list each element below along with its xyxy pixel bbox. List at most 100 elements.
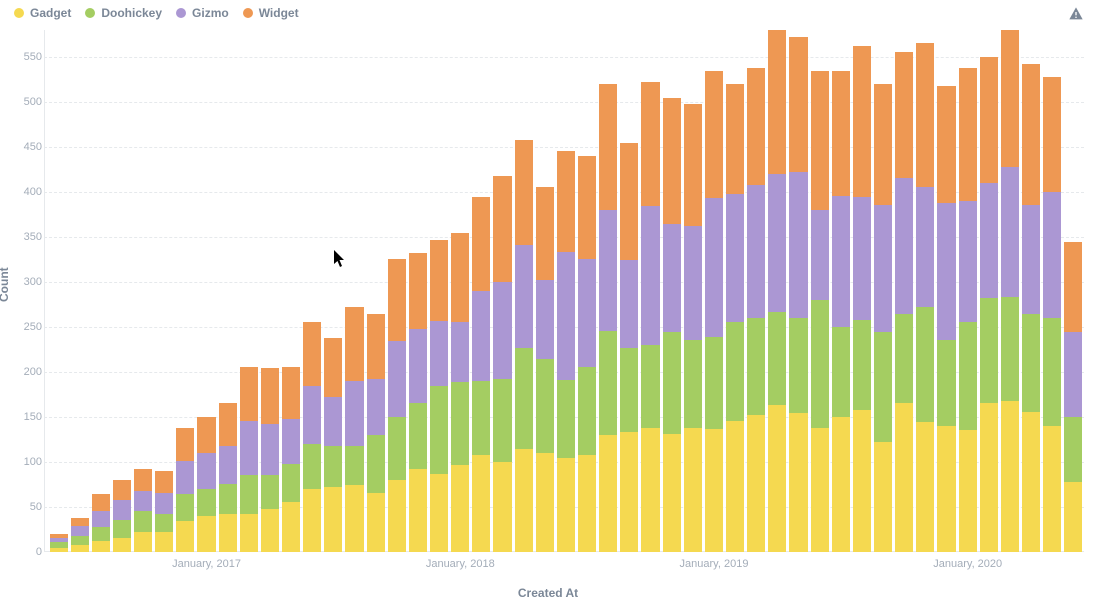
bar-column[interactable] — [620, 30, 638, 552]
bar-column[interactable] — [324, 30, 342, 552]
bar-segment-gadget[interactable] — [620, 432, 638, 552]
bar-segment-widget[interactable] — [451, 233, 469, 321]
bar-segment-gizmo[interactable] — [324, 397, 342, 446]
bar-column[interactable] — [219, 30, 237, 552]
bar-segment-widget[interactable] — [726, 84, 744, 194]
bar-segment-gadget[interactable] — [684, 428, 702, 552]
bar-column[interactable] — [874, 30, 892, 552]
bar-segment-gizmo[interactable] — [197, 453, 215, 489]
bar-segment-doohickey[interactable] — [726, 322, 744, 421]
bar-segment-gizmo[interactable] — [959, 201, 977, 322]
bar-segment-gizmo[interactable] — [747, 185, 765, 318]
bar-column[interactable] — [50, 30, 68, 552]
bar-segment-widget[interactable] — [980, 57, 998, 183]
bar-segment-gizmo[interactable] — [409, 329, 427, 403]
bar-segment-gadget[interactable] — [578, 455, 596, 552]
bar-segment-widget[interactable] — [176, 428, 194, 461]
bar-segment-gadget[interactable] — [324, 487, 342, 552]
bar-segment-gizmo[interactable] — [261, 424, 279, 474]
bar-segment-gadget[interactable] — [219, 514, 237, 552]
bar-segment-gadget[interactable] — [1001, 401, 1019, 552]
bar-segment-doohickey[interactable] — [261, 475, 279, 509]
bar-column[interactable] — [71, 30, 89, 552]
bar-segment-widget[interactable] — [895, 52, 913, 178]
bar-segment-doohickey[interactable] — [1022, 314, 1040, 411]
bar-column[interactable] — [113, 30, 131, 552]
bar-segment-doohickey[interactable] — [493, 379, 511, 462]
bar-segment-gadget[interactable] — [557, 458, 575, 553]
bar-column[interactable] — [663, 30, 681, 552]
bar-column[interactable] — [684, 30, 702, 552]
bar-segment-widget[interactable] — [240, 367, 258, 421]
bar-segment-doohickey[interactable] — [113, 520, 131, 538]
bar-segment-doohickey[interactable] — [895, 314, 913, 402]
bar-segment-gadget[interactable] — [832, 417, 850, 552]
bar-segment-widget[interactable] — [663, 98, 681, 224]
bar-segment-widget[interactable] — [261, 368, 279, 424]
bar-column[interactable] — [472, 30, 490, 552]
bar-column[interactable] — [92, 30, 110, 552]
bar-segment-gizmo[interactable] — [282, 419, 300, 464]
bar-column[interactable] — [388, 30, 406, 552]
bar-segment-doohickey[interactable] — [451, 382, 469, 465]
bar-segment-doohickey[interactable] — [345, 446, 363, 486]
bar-segment-doohickey[interactable] — [430, 386, 448, 474]
bar-column[interactable] — [789, 30, 807, 552]
bar-segment-doohickey[interactable] — [811, 300, 829, 428]
bar-segment-widget[interactable] — [578, 156, 596, 259]
bar-segment-doohickey[interactable] — [663, 332, 681, 434]
bar-segment-widget[interactable] — [92, 494, 110, 510]
bar-column[interactable] — [536, 30, 554, 552]
bar-column[interactable] — [451, 30, 469, 552]
bar-segment-gadget[interactable] — [937, 426, 955, 552]
bar-segment-gizmo[interactable] — [451, 322, 469, 382]
bar-segment-gadget[interactable] — [916, 422, 934, 552]
bar-column[interactable] — [1022, 30, 1040, 552]
bar-segment-widget[interactable] — [684, 104, 702, 226]
bar-segment-gizmo[interactable] — [1064, 332, 1082, 417]
bar-segment-doohickey[interactable] — [641, 345, 659, 428]
bar-segment-doohickey[interactable] — [599, 331, 617, 435]
bar-segment-gadget[interactable] — [705, 429, 723, 552]
bar-segment-gadget[interactable] — [50, 548, 68, 553]
bar-segment-gizmo[interactable] — [980, 183, 998, 298]
bar-segment-gizmo[interactable] — [705, 198, 723, 337]
bar-segment-gizmo[interactable] — [367, 379, 385, 435]
bar-segment-doohickey[interactable] — [155, 514, 173, 532]
bar-segment-widget[interactable] — [515, 140, 533, 245]
bar-segment-widget[interactable] — [620, 143, 638, 260]
bar-segment-gadget[interactable] — [155, 532, 173, 552]
bar-column[interactable] — [599, 30, 617, 552]
bar-segment-doohickey[interactable] — [937, 340, 955, 426]
bar-segment-widget[interactable] — [113, 480, 131, 500]
bar-segment-widget[interactable] — [874, 84, 892, 205]
bar-segment-widget[interactable] — [134, 469, 152, 491]
bar-segment-widget[interactable] — [1043, 77, 1061, 192]
bar-segment-gizmo[interactable] — [430, 321, 448, 386]
bar-column[interactable] — [345, 30, 363, 552]
bar-column[interactable] — [493, 30, 511, 552]
bar-segment-widget[interactable] — [324, 338, 342, 397]
bar-segment-gadget[interactable] — [853, 410, 871, 552]
bar-segment-doohickey[interactable] — [874, 332, 892, 442]
bar-segment-gizmo[interactable] — [303, 386, 321, 444]
bar-column[interactable] — [409, 30, 427, 552]
bar-column[interactable] — [240, 30, 258, 552]
bar-segment-gadget[interactable] — [726, 421, 744, 552]
bar-segment-widget[interactable] — [959, 68, 977, 201]
bar-segment-gadget[interactable] — [71, 545, 89, 552]
bar-segment-gizmo[interactable] — [240, 421, 258, 475]
bar-segment-doohickey[interactable] — [1043, 318, 1061, 426]
bar-segment-doohickey[interactable] — [853, 320, 871, 410]
bar-column[interactable] — [705, 30, 723, 552]
bar-column[interactable] — [155, 30, 173, 552]
bar-segment-gadget[interactable] — [451, 465, 469, 552]
bar-segment-gizmo[interactable] — [578, 259, 596, 367]
bar-segment-gadget[interactable] — [768, 405, 786, 552]
bar-segment-doohickey[interactable] — [578, 367, 596, 455]
bar-segment-gizmo[interactable] — [789, 172, 807, 318]
bar-column[interactable] — [811, 30, 829, 552]
bar-segment-widget[interactable] — [599, 84, 617, 210]
bar-segment-widget[interactable] — [557, 151, 575, 253]
bar-column[interactable] — [726, 30, 744, 552]
